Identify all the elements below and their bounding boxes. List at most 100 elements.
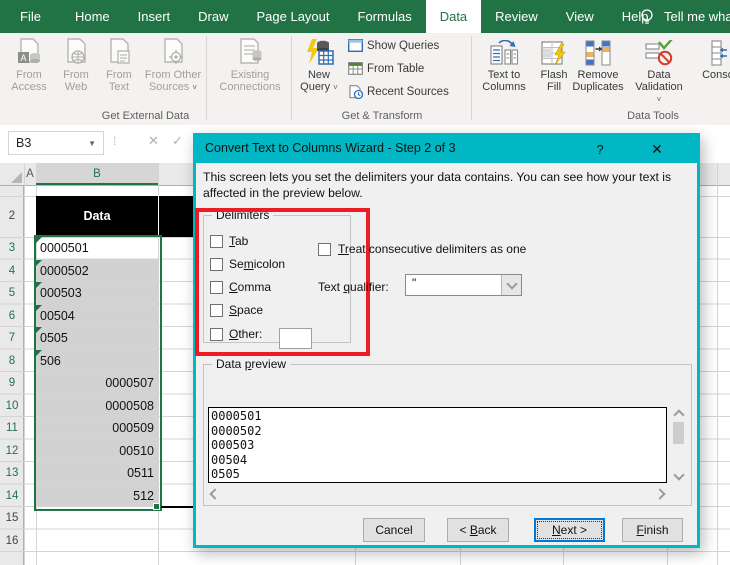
row-header-4[interactable]: 4 (0, 260, 24, 283)
tab-page-layout[interactable]: Page Layout (243, 0, 344, 33)
from-access-icon: A (16, 36, 42, 66)
next-button[interactable]: Next > (534, 518, 605, 542)
from-web-icon (64, 36, 88, 66)
preview-vertical-scrollbar[interactable] (671, 407, 686, 483)
row-header-6[interactable]: 6 (0, 305, 24, 328)
finish-button[interactable]: Finish (622, 518, 683, 542)
preview-line: 0505 (211, 467, 240, 481)
tab-formulas[interactable]: Formulas (344, 0, 426, 33)
tab-view[interactable]: View (552, 0, 608, 33)
chevron-down-icon: ˅ (656, 95, 662, 104)
data-validation-button[interactable]: Data Validation ˅ (632, 36, 686, 106)
text-to-columns-icon (490, 36, 518, 66)
consolidate-label: Conso (702, 69, 730, 81)
group-inner-separator (206, 36, 207, 120)
row-header-15[interactable]: 15 (0, 507, 24, 530)
preview-horizontal-scrollbar[interactable] (208, 487, 667, 500)
group-separator (291, 36, 292, 120)
row-header-14[interactable]: 14 (0, 485, 24, 508)
scroll-right-icon[interactable] (654, 487, 666, 500)
row-header-5[interactable]: 5 (0, 282, 24, 305)
tab-home[interactable]: Home (61, 0, 124, 33)
scroll-up-icon[interactable] (673, 409, 685, 421)
row-header-12[interactable]: 12 (0, 440, 24, 463)
tab-data[interactable]: Data (425, 0, 482, 33)
existing-connections-button[interactable]: Existing Connections (212, 36, 288, 93)
ribbon: A From Access From Web From Text From Ot… (0, 33, 730, 126)
column-header-a[interactable]: A (24, 163, 36, 185)
dialog-title-bar[interactable]: Convert Text to Columns Wizard - Step 2 … (193, 133, 700, 163)
name-box-dropdown-icon[interactable]: ▼ (88, 139, 96, 148)
flash-fill-icon (541, 36, 567, 66)
recent-sources-icon (348, 85, 363, 99)
select-all-corner[interactable] (0, 163, 24, 185)
row-header-9[interactable]: 9 (0, 372, 24, 395)
new-query-label: New Query ˅ (300, 69, 338, 93)
from-other-sources-button[interactable]: From Other Sources ˅ (142, 36, 204, 94)
from-access-button[interactable]: A From Access (6, 36, 52, 93)
remove-duplicates-label: Remove Duplicates (572, 69, 624, 93)
select-all-triangle-icon (11, 172, 22, 183)
tab-file[interactable]: File (0, 0, 61, 33)
from-table-icon (348, 62, 363, 75)
treat-consecutive-checkbox-row[interactable]: Treat consecutive delimiters as one (318, 242, 526, 256)
from-web-button[interactable]: From Web (56, 36, 96, 93)
dialog-close-button[interactable]: ✕ (647, 141, 667, 158)
data-header-cell[interactable]: Data (36, 196, 193, 237)
data-header-label: Data (83, 209, 111, 223)
preview-line: 0000502 (211, 423, 262, 438)
remove-duplicates-button[interactable]: Remove Duplicates (566, 36, 630, 93)
show-queries-icon (348, 39, 363, 52)
header-cell-gridline (158, 196, 159, 237)
scroll-down-icon[interactable] (673, 469, 685, 481)
new-query-button[interactable]: New Query ˅ (296, 36, 342, 94)
row-header-10[interactable]: 10 (0, 395, 24, 418)
column-header-b[interactable]: B (36, 163, 158, 185)
row-header-7[interactable]: 7 (0, 327, 24, 350)
data-preview-box[interactable]: 0000501 0000502 000503 00504 0505 (208, 407, 667, 483)
data-preview-groupbox: Data preview 0000501 0000502 000503 0050… (203, 357, 692, 506)
group-label-get-external-data: Get External Data (101, 110, 190, 122)
group-label-data-tools: Data Tools (627, 110, 679, 122)
name-box[interactable]: B3 ▼ (8, 131, 104, 155)
tab-insert[interactable]: Insert (124, 0, 185, 33)
tab-draw[interactable]: Draw (184, 0, 242, 33)
row-header-11[interactable]: 11 (0, 417, 24, 440)
scroll-left-icon[interactable] (209, 487, 221, 500)
gridline-bottom-4 (667, 548, 668, 565)
group-label-get-transform: Get & Transform (341, 110, 423, 122)
text-to-columns-label: Text to Columns (482, 69, 526, 93)
dialog-help-button[interactable]: ? (591, 142, 609, 157)
consolidate-button[interactable]: Conso (690, 36, 730, 81)
formula-bar-separator: ⁞ (113, 134, 117, 148)
cancel-button[interactable]: Cancel (363, 518, 425, 542)
text-to-columns-button[interactable]: Text to Columns (478, 36, 530, 93)
from-text-icon (107, 36, 131, 66)
new-query-icon (304, 36, 334, 66)
existing-connections-icon (237, 36, 263, 66)
preview-line: 000503 (211, 438, 255, 452)
row-header-3[interactable]: 3 (0, 237, 24, 260)
row-header-16[interactable]: 16 (0, 530, 24, 553)
text-qualifier-value: " (412, 276, 417, 290)
gridline-right-col (717, 163, 718, 565)
fill-handle[interactable] (153, 503, 160, 510)
scrollbar-thumb[interactable] (673, 422, 684, 444)
enter-entry-icon[interactable]: ✓ (172, 133, 183, 149)
cancel-entry-icon[interactable]: ✕ (148, 133, 159, 149)
checkbox-icon[interactable] (318, 242, 331, 256)
dropdown-arrow-button[interactable] (501, 275, 521, 295)
existing-connections-label: Existing Connections (219, 69, 281, 93)
from-text-button[interactable]: From Text (98, 36, 140, 93)
tab-review[interactable]: Review (481, 0, 552, 33)
text-qualifier-dropdown[interactable]: " (405, 274, 522, 296)
show-queries-button[interactable]: Show Queries (348, 39, 439, 52)
row-header-2[interactable]: 2 (0, 196, 24, 237)
from-table-button[interactable]: From Table (348, 62, 424, 75)
tell-me-box[interactable]: Tell me what y (640, 0, 730, 33)
from-text-label: From Text (106, 69, 132, 93)
recent-sources-button[interactable]: Recent Sources (348, 85, 449, 99)
row-header-8[interactable]: 8 (0, 350, 24, 373)
back-button[interactable]: < Back (447, 518, 509, 542)
row-header-13[interactable]: 13 (0, 462, 24, 485)
